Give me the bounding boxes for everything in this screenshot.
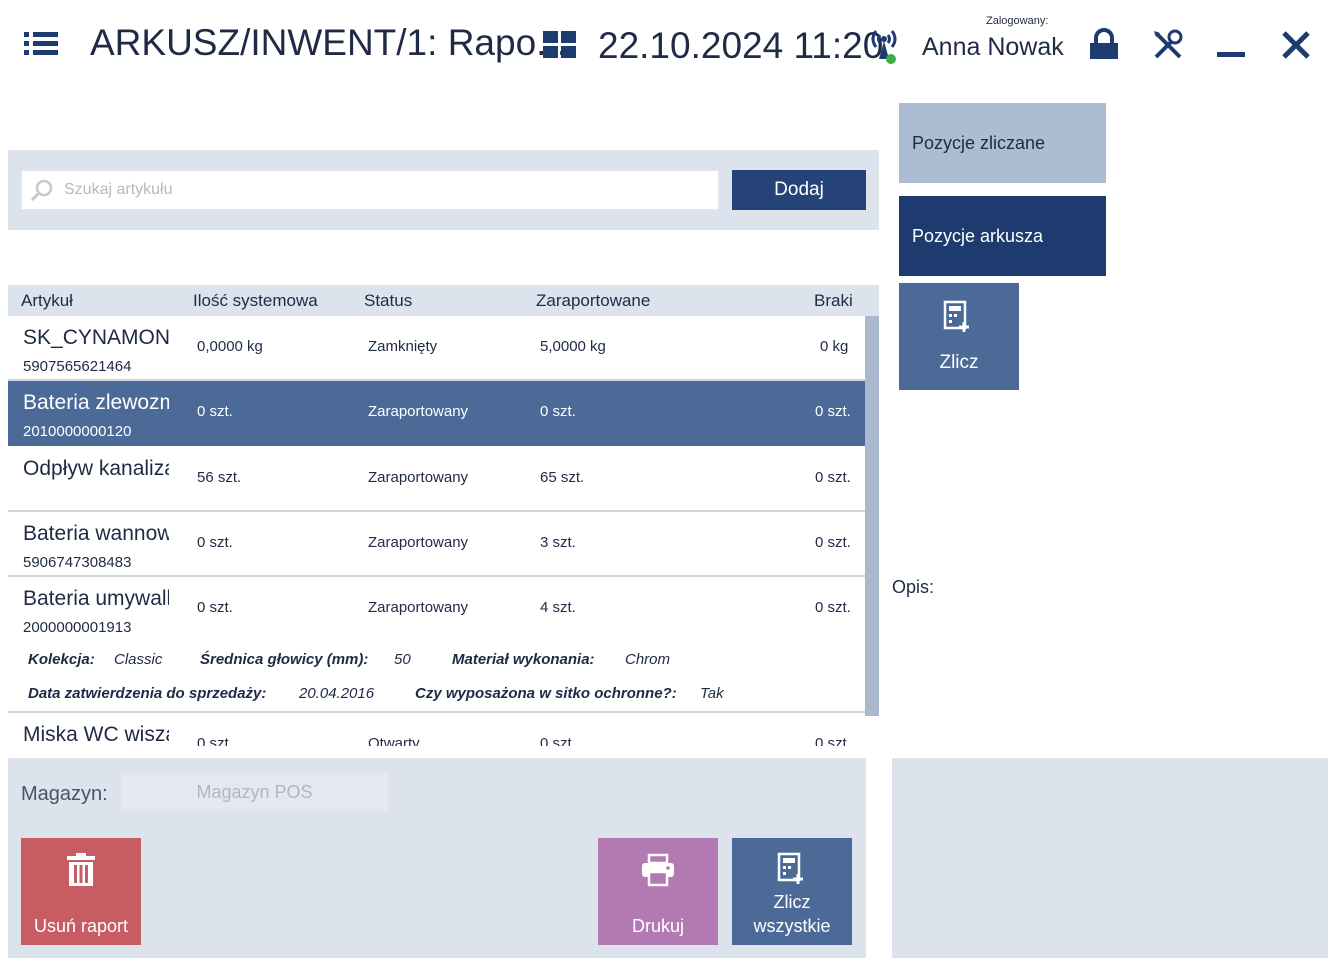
tools-icon[interactable] <box>1151 28 1185 62</box>
shortage-qty: 0 szt. <box>815 534 851 551</box>
table-header: Artykuł Ilość systemowa Status Zaraporto… <box>8 285 879 316</box>
table-row[interactable]: Odpływ kanalizacyjny 56 szt. Zaraportowa… <box>8 447 865 512</box>
article-code: 2010000000120 <box>23 423 132 440</box>
table-body: SK_CYNAMON 5907565621464 0,0000 kg Zamkn… <box>8 316 865 746</box>
system-qty: 56 szt. <box>197 469 242 486</box>
table-row-selected[interactable]: Bateria zlewozmywakowa 2010000000120 0 s… <box>8 381 865 446</box>
printer-icon <box>642 853 674 887</box>
table-row[interactable]: SK_CYNAMON 5907565621464 0,0000 kg Zamkn… <box>8 316 865 381</box>
shortage-qty: 0 szt. <box>815 599 851 616</box>
warehouse-label: Magazyn: <box>21 783 108 805</box>
reported-qty: 5,0000 kg <box>540 338 606 355</box>
table-row-expanded[interactable]: Bateria umywalkowa 2000000001913 0 szt. … <box>8 577 865 713</box>
status: Zamknięty <box>368 338 438 355</box>
shortage-qty: 0 szt. <box>815 735 851 746</box>
count-all-label-line1: Zlicz <box>773 892 811 912</box>
count-all-label: Zlicz wszystkie <box>732 890 852 938</box>
delete-report-button[interactable]: Usuń raport <box>21 838 141 945</box>
bottom-panel: Magazyn: Magazyn POS Usuń raport Drukuj <box>8 758 866 958</box>
search-icon <box>30 179 53 202</box>
column-header-system-qty[interactable]: Ilość systemowa <box>193 291 318 311</box>
hamburger-menu-icon[interactable] <box>24 30 60 58</box>
article-name: Bateria wannowa <box>23 522 169 545</box>
article-code: 2000000001913 <box>23 619 132 636</box>
current-datetime: 22.10.2024 11:20 <box>598 25 884 66</box>
column-header-shortage[interactable]: Braki <box>814 291 853 311</box>
search-input[interactable] <box>64 171 704 209</box>
column-header-article[interactable]: Artykuł <box>21 291 73 311</box>
diameter-value: 50 <box>394 651 411 668</box>
table-row[interactable]: Miska WC wiszą 0 szt. Otwarty 0 szt. 0 s… <box>8 713 865 746</box>
description-label: Opis: <box>892 577 935 597</box>
approval-date-value: 20.04.2016 <box>299 685 375 702</box>
reported-qty: 3 szt. <box>540 534 576 551</box>
connection-status-icon <box>866 27 902 67</box>
article-code: 5907565621464 <box>23 358 132 375</box>
strainer-label: Czy wyposażona w sitko ochronne?: <box>415 685 677 702</box>
user-name: Anna Nowak <box>922 33 1064 61</box>
table-row[interactable]: Bateria wannowa 5906747308483 0 szt. Zar… <box>8 512 865 577</box>
count-label: Zlicz <box>939 352 979 373</box>
reported-qty: 4 szt. <box>540 599 576 616</box>
article-name: Bateria umywalkowa <box>23 587 169 610</box>
search-box <box>21 170 719 210</box>
system-qty: 0 szt. <box>197 534 233 551</box>
count-button[interactable]: Zlicz <box>899 283 1019 390</box>
material-label: Materiał wykonania: <box>452 651 595 668</box>
count-all-label-line2: wszystkie <box>753 916 831 936</box>
tab-sheet-items[interactable]: Pozycje arkusza <box>899 196 1106 276</box>
inventory-sheet-window: ARKUSZ/INWENT/1: Rapo... 22.10.2024 11:2… <box>0 0 1333 964</box>
status: Zaraportowany <box>368 403 469 420</box>
count-all-icon <box>777 852 803 884</box>
warehouse-field: Magazyn POS <box>121 773 388 811</box>
print-label: Drukuj <box>631 916 684 936</box>
diameter-label: Średnica głowicy (mm): <box>200 651 369 668</box>
page-title: ARKUSZ/INWENT/1: Rapo... <box>90 22 567 63</box>
status: Otwarty <box>368 735 420 746</box>
article-code: 5906747308483 <box>23 554 132 571</box>
article-name: Bateria zlewozmywakowa <box>23 391 169 414</box>
reported-qty: 65 szt. <box>540 469 585 486</box>
system-qty: 0 szt. <box>197 735 233 746</box>
add-button[interactable]: Dodaj <box>732 170 866 210</box>
article-name: Odpływ kanalizacyjny <box>23 457 169 480</box>
description-panel <box>892 758 1328 958</box>
approval-date-label: Data zatwierdzenia do sprzedaży: <box>28 685 267 702</box>
system-qty: 0 szt. <box>197 599 233 616</box>
shortage-qty: 0 szt. <box>815 469 851 486</box>
status: Zaraportowany <box>368 599 469 616</box>
trash-icon <box>67 853 95 886</box>
lock-icon[interactable] <box>1087 28 1121 62</box>
article-name: Miska WC wiszą <box>23 723 169 746</box>
minimize-icon[interactable] <box>1214 28 1248 62</box>
print-button[interactable]: Drukuj <box>598 838 718 945</box>
count-all-button[interactable]: Zlicz wszystkie <box>732 838 852 945</box>
logged-in-label: Zalogowany: <box>986 15 1049 27</box>
count-icon <box>943 300 969 332</box>
strainer-value: Tak <box>700 685 724 702</box>
system-qty: 0,0000 kg <box>197 338 263 355</box>
reported-qty: 0 szt. <box>540 735 576 746</box>
table-scrollbar[interactable] <box>865 316 879 716</box>
article-name: SK_CYNAMON <box>23 326 169 349</box>
tab-counted-items[interactable]: Pozycje zliczane <box>899 103 1106 183</box>
close-icon[interactable] <box>1279 28 1313 62</box>
delete-report-label: Usuń raport <box>33 916 129 936</box>
collection-value: Classic <box>114 651 163 668</box>
material-value: Chrom <box>625 651 671 668</box>
shortage-qty: 0 szt. <box>815 403 851 420</box>
status: Zaraportowany <box>368 469 469 486</box>
status: Zaraportowany <box>368 534 469 551</box>
shortage-qty: 0 kg <box>820 338 849 355</box>
reported-qty: 0 szt. <box>540 403 576 420</box>
column-header-reported[interactable]: Zaraportowane <box>536 291 650 311</box>
tiles-view-icon[interactable] <box>543 31 577 59</box>
column-header-status[interactable]: Status <box>364 291 412 311</box>
search-panel: Dodaj <box>8 150 879 230</box>
system-qty: 0 szt. <box>197 403 233 420</box>
collection-label: Kolekcja: <box>28 651 95 668</box>
